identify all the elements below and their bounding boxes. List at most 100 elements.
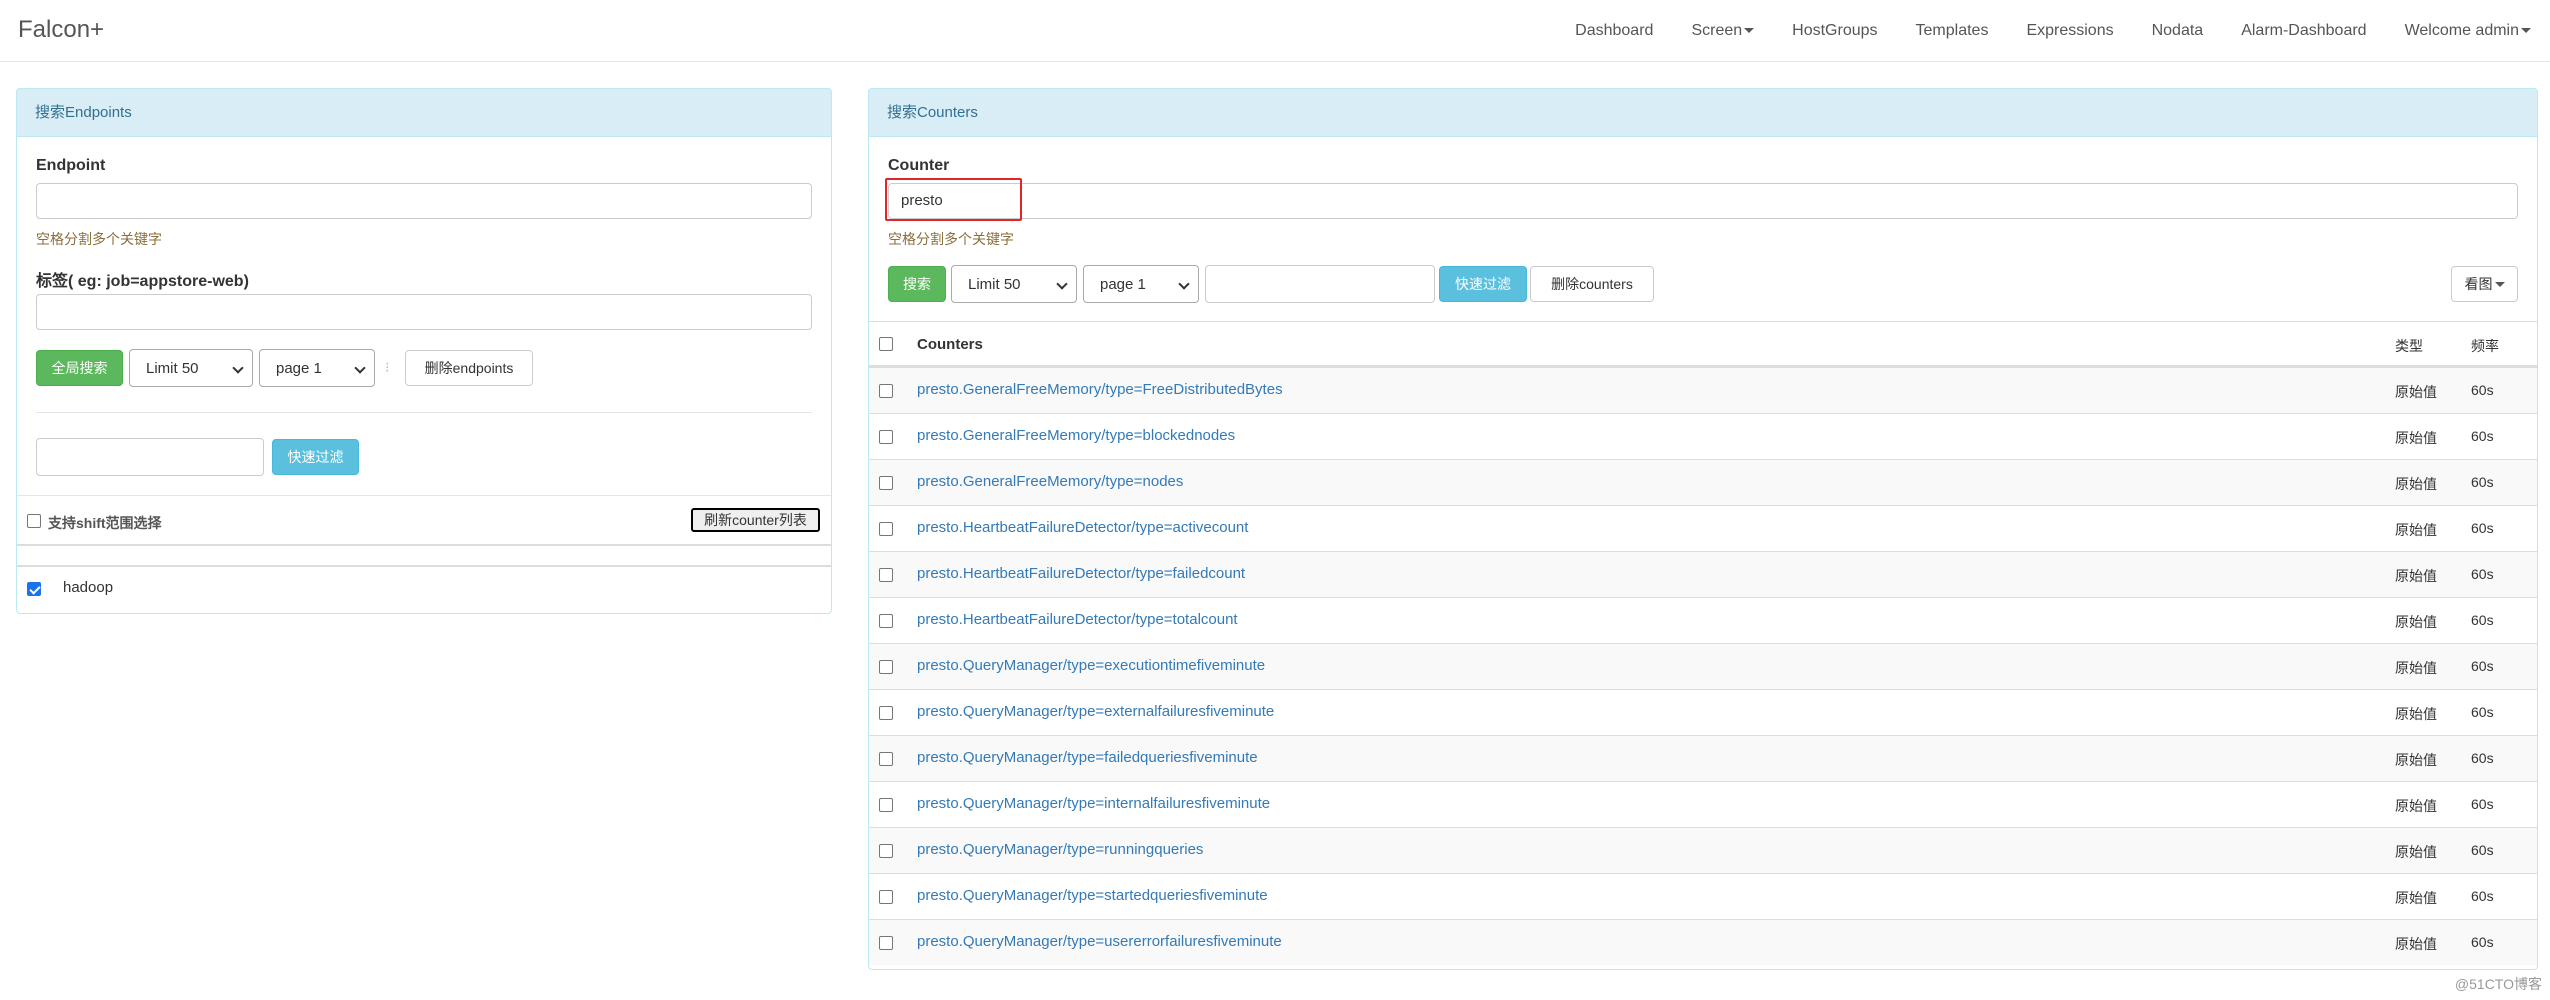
chevron-down-icon [354,362,366,374]
endpoints-limit-value: Limit 50 [146,359,199,377]
counters-filter-input[interactable] [1205,265,1435,303]
nav-hostgroups[interactable]: HostGroups [1773,0,1896,62]
counter-freq: 60s [2471,750,2494,766]
chevron-down-icon [1056,278,1068,290]
nav-expressions-label: Expressions [2026,22,2114,39]
nav-dashboard-label: Dashboard [1575,22,1654,39]
counters-limit-select[interactable]: Limit 50 [951,265,1077,303]
endpoint-checkbox[interactable] [27,582,41,596]
search-counters-button[interactable]: 搜索 [888,266,946,302]
nav-nodata[interactable]: Nodata [2133,0,2223,62]
counter-link[interactable]: presto.QueryManager/type=runningqueries [917,841,1203,858]
global-search-button[interactable]: 全局搜索 [36,350,123,386]
counter-freq: 60s [2471,520,2494,536]
counter-label: Counter [888,157,950,174]
toolbar-separator: ⁝ [385,359,390,375]
divider [36,412,812,413]
counter-freq: 60s [2471,934,2494,950]
brand-logo[interactable]: Falcon+ [18,16,104,44]
endpoint-label: Endpoint [36,157,106,174]
nav-alarm-dashboard[interactable]: Alarm-Dashboard [2222,0,2385,62]
counter-link[interactable]: presto.GeneralFreeMemory/type=FreeDistri… [917,381,1283,398]
counter-link[interactable]: presto.HeartbeatFailureDetector/type=fai… [917,565,1245,582]
row-checkbox[interactable] [879,660,893,674]
counter-type: 原始值 [2395,706,2437,722]
counter-link[interactable]: presto.QueryManager/type=executiontimefi… [917,657,1265,674]
top-navbar: Falcon+ Dashboard Screen HostGroups Temp… [0,0,2550,62]
counter-type: 原始值 [2395,384,2437,400]
row-checkbox[interactable] [879,936,893,950]
endpoint-help-text: 空格分割多个关键字 [36,231,162,247]
caret-down-icon [1744,28,1755,34]
nav-templates[interactable]: Templates [1897,0,2008,62]
view-graph-label: 看图 [2464,276,2493,292]
counters-table-header: Counters 类型 频率 [869,321,2537,367]
row-checkbox[interactable] [879,798,893,812]
counter-input[interactable]: presto [888,183,2518,219]
row-checkbox[interactable] [879,890,893,904]
endpoints-filter-input[interactable] [36,438,264,476]
row-checkbox[interactable] [879,522,893,536]
table-row: presto.QueryManager/type=externalfailure… [869,689,2537,735]
tag-label: 标签( eg: job=appstore-web) [36,273,249,290]
endpoints-page-value: page 1 [276,359,322,377]
view-graph-button[interactable]: 看图 [2451,266,2518,302]
counters-quick-filter-button[interactable]: 快速过滤 [1439,266,1527,302]
row-checkbox[interactable] [879,752,893,766]
select-all-checkbox[interactable] [879,337,893,351]
nav-dashboard[interactable]: Dashboard [1556,0,1672,62]
endpoints-panel: 搜索Endpoints Endpoint 空格分割多个关键字 标签( eg: j… [16,88,832,614]
counter-link[interactable]: presto.QueryManager/type=startedqueriesf… [917,887,1268,904]
chevron-down-icon [1178,278,1190,290]
counter-type: 原始值 [2395,568,2437,584]
row-checkbox[interactable] [879,844,893,858]
shift-select-checkbox[interactable] [27,514,41,528]
column-header-counters: Counters [917,336,983,353]
counter-link[interactable]: presto.GeneralFreeMemory/type=nodes [917,473,1183,490]
nav-expressions[interactable]: Expressions [2007,0,2132,62]
nav-screen[interactable]: Screen [1672,0,1773,62]
counter-type: 原始值 [2395,430,2437,446]
nav-user-menu[interactable]: Welcome admin [2386,0,2550,62]
counter-link[interactable]: presto.GeneralFreeMemory/type=blockednod… [917,427,1235,444]
table-row: presto.QueryManager/type=startedqueriesf… [869,873,2537,919]
table-row: presto.QueryManager/type=internalfailure… [869,781,2537,827]
column-header-type: 类型 [2395,338,2423,354]
row-checkbox[interactable] [879,614,893,628]
caret-down-icon [2521,28,2531,34]
counters-panel-heading: 搜索Counters [869,89,2537,137]
divider [17,544,831,546]
counters-page-value: page 1 [1100,275,1146,293]
counter-link[interactable]: presto.HeartbeatFailureDetector/type=tot… [917,611,1238,628]
endpoint-input[interactable] [36,183,812,219]
counter-link[interactable]: presto.HeartbeatFailureDetector/type=act… [917,519,1248,536]
counter-type: 原始值 [2395,660,2437,676]
row-checkbox[interactable] [879,568,893,582]
endpoints-limit-select[interactable]: Limit 50 [129,349,253,387]
delete-endpoints-button[interactable]: 删除endpoints [405,350,533,386]
row-checkbox[interactable] [879,384,893,398]
endpoints-page-select[interactable]: page 1 [259,349,375,387]
counter-link[interactable]: presto.QueryManager/type=failedqueriesfi… [917,749,1258,766]
counter-type: 原始值 [2395,476,2437,492]
counter-link[interactable]: presto.QueryManager/type=internalfailure… [917,795,1270,812]
counter-link[interactable]: presto.QueryManager/type=externalfailure… [917,703,1274,720]
counter-freq: 60s [2471,658,2494,674]
tag-input[interactable] [36,294,812,330]
counters-page-select[interactable]: page 1 [1083,265,1199,303]
highlight-box [885,178,1022,221]
counter-link[interactable]: presto.QueryManager/type=usererrorfailur… [917,933,1282,950]
endpoint-name: hadoop [63,579,114,596]
delete-counters-button[interactable]: 删除counters [1530,266,1654,302]
row-checkbox[interactable] [879,430,893,444]
row-checkbox[interactable] [879,706,893,720]
chevron-down-icon [232,362,244,374]
shift-select-label: 支持shift范围选择 [48,515,162,531]
table-row: presto.QueryManager/type=failedqueriesfi… [869,735,2537,781]
endpoints-quick-filter-button[interactable]: 快速过滤 [272,439,359,475]
row-checkbox[interactable] [879,476,893,490]
counter-type: 原始值 [2395,522,2437,538]
counter-freq: 60s [2471,888,2494,904]
counter-freq: 60s [2471,612,2494,628]
refresh-counter-list-button[interactable]: 刷新counter列表 [691,508,820,532]
